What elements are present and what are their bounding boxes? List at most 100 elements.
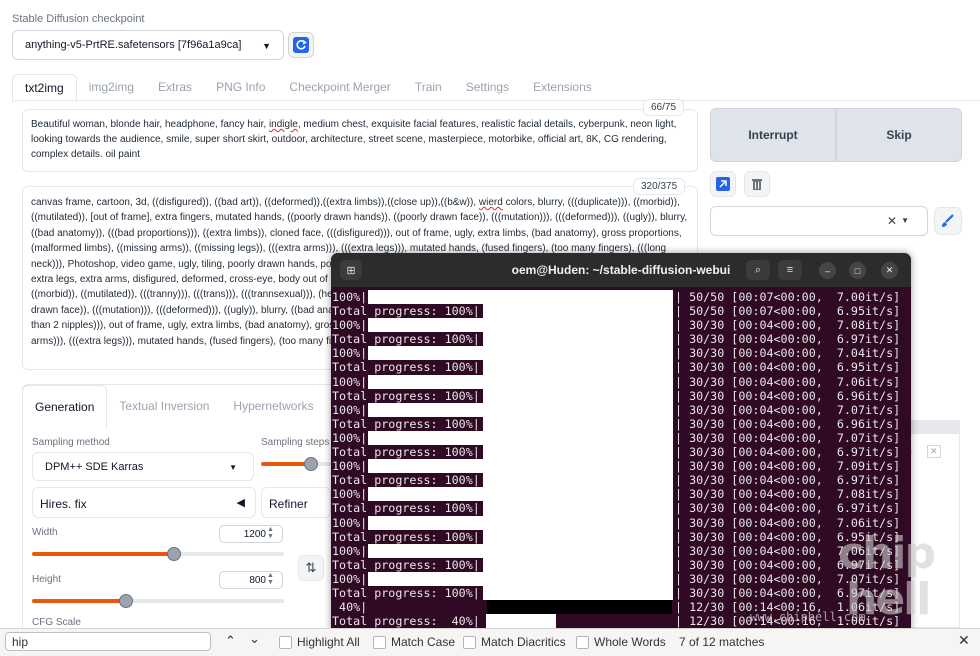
progress-bar-fill: [368, 487, 673, 502]
terminal-line: Total progress: 100%| | 30/30 [00:04<00:0…: [331, 445, 911, 460]
slider-handle[interactable]: [304, 457, 318, 471]
sampling-steps-label: Sampling steps: [261, 437, 330, 448]
terminal-line: 100%| | 30/30 [00:04<00:00, 7.04it/s]: [331, 346, 911, 361]
search-icon[interactable]: ⌕: [746, 260, 770, 280]
terminal-line-stats: | 30/30 [00:04<00:00, 6.97it/s]: [675, 473, 901, 488]
generation-tabs: Generation Textual Inversion Hypernetwor…: [22, 385, 325, 428]
minimize-icon[interactable]: –: [819, 262, 836, 279]
prompt-token-counter: 66/75: [643, 99, 685, 116]
terminal-line: Total progress: 100%| | 30/30 [00:04<00:0…: [331, 332, 911, 347]
tab-img2img[interactable]: img2img: [77, 74, 146, 101]
close-icon[interactable]: ✕: [958, 632, 970, 649]
tab-txt2img[interactable]: txt2img: [12, 74, 77, 103]
highlight-all-checkbox[interactable]: Highlight All: [279, 635, 360, 649]
height-slider[interactable]: [32, 594, 284, 608]
watermark-url: www.chiphell.com: [750, 610, 866, 624]
terminal-line-prefix: 100%|: [332, 318, 368, 333]
terminal-line: 100%| | 50/50 [00:07<00:00, 7.00it/s]: [331, 290, 911, 305]
interrupt-button[interactable]: Interrupt: [710, 108, 836, 162]
edit-styles-button[interactable]: [934, 207, 962, 235]
find-input[interactable]: hip: [5, 632, 211, 651]
whole-words-label: Whole Words: [594, 635, 666, 649]
terminal-line: 100%| | 30/30 [00:04<00:00, 7.09it/s]: [331, 459, 911, 474]
styles-select[interactable]: ✕ ▼: [710, 206, 928, 236]
cfg-scale-label: CFG Scale: [32, 617, 81, 628]
tab-png-info[interactable]: PNG Info: [204, 74, 277, 101]
sampling-steps-slider[interactable]: [261, 457, 331, 471]
match-diacritics-checkbox[interactable]: Match Diacritics: [463, 635, 566, 649]
width-slider[interactable]: [32, 547, 284, 561]
hires-fix-label: Hires. fix: [40, 497, 87, 511]
terminal-line-prefix: Total progress: 100%|: [332, 360, 480, 375]
terminal-line-prefix: Total progress: 40%|: [332, 614, 480, 629]
tab-settings[interactable]: Settings: [454, 74, 521, 101]
terminal-line: Total progress: 100%| | 30/30 [00:04<00:0…: [331, 529, 911, 544]
terminal-line: Total progress: 100%| | 30/30 [00:04<00:0…: [331, 360, 911, 375]
terminal-line-stats: | 30/30 [00:04<00:00, 7.06it/s]: [675, 374, 901, 389]
sampling-method-select[interactable]: DPM++ SDE Karras ▼: [32, 452, 254, 481]
whole-words-checkbox[interactable]: Whole Words: [576, 635, 666, 649]
chevron-down-icon: ▼: [901, 216, 909, 225]
terminal-line-stats: | 50/50 [00:07<00:00, 7.00it/s]: [675, 290, 901, 304]
terminal-line-prefix: Total progress: 100%|: [332, 332, 480, 347]
progress-bar-fill: [483, 445, 673, 460]
tab-hypernetworks[interactable]: Hypernetworks: [221, 385, 325, 427]
collapse-arrow-icon: ◀: [236, 497, 245, 509]
tab-generation[interactable]: Generation: [22, 385, 108, 428]
terminal-line-prefix: 100%|: [332, 290, 368, 304]
close-icon[interactable]: ✕: [927, 445, 941, 458]
slider-handle[interactable]: [167, 547, 181, 561]
close-icon[interactable]: ✕: [881, 262, 898, 279]
chevron-up-icon[interactable]: ⌃: [225, 633, 236, 649]
progress-bar-fill: [483, 416, 673, 431]
terminal-line: Total progress: 100%| | 30/30 [00:04<00:0…: [331, 473, 911, 488]
slider-handle[interactable]: [119, 594, 133, 608]
clear-icon[interactable]: ✕: [887, 214, 897, 228]
stepper-icon[interactable]: ▲ ▼: [267, 572, 274, 586]
terminal-line-prefix: 100%|: [332, 515, 368, 530]
refresh-checkpoint-button[interactable]: [288, 32, 314, 58]
maximize-icon[interactable]: □: [849, 262, 866, 279]
terminal-line-prefix: Total progress: 100%|: [332, 388, 480, 403]
terminal-line: 100%| | 30/30 [00:04<00:00, 7.08it/s]: [331, 318, 911, 333]
hires-fix-accordion[interactable]: Hires. fix ◀: [32, 487, 256, 518]
refiner-accordion[interactable]: Refiner: [261, 487, 331, 518]
stepper-icon[interactable]: ▲ ▼: [267, 526, 274, 540]
highlight-all-label: Highlight All: [297, 635, 360, 649]
terminal-line-prefix: 100%|: [332, 487, 368, 502]
terminal-line: 100%| | 30/30 [00:04<00:00, 7.06it/s]: [331, 515, 911, 530]
swap-dimensions-button[interactable]: ⇅: [298, 555, 324, 581]
checkpoint-select[interactable]: anything-v5-PrtRE.safetensors [7f96a1a9c…: [12, 30, 284, 60]
skip-button[interactable]: Skip: [836, 108, 962, 162]
progress-bar-fill: [368, 430, 673, 446]
sampling-method-label: Sampling method: [32, 437, 110, 448]
terminal-line-prefix: Total progress: 100%|: [332, 473, 480, 488]
terminal-line-stats: | 30/30 [00:04<00:00, 7.07it/s]: [675, 430, 901, 445]
negative-prompt-token-counter: 320/375: [633, 178, 686, 195]
match-case-checkbox[interactable]: Match Case: [373, 635, 455, 649]
read-params-button[interactable]: [710, 171, 736, 197]
tab-textual-inversion[interactable]: Textual Inversion: [107, 385, 221, 427]
find-bar: hip ⌃ ⌄ Highlight All Match Case Match D…: [0, 628, 980, 656]
terminal-line-stats: | 30/30 [00:04<00:00, 6.96it/s]: [675, 388, 901, 403]
refresh-icon: [293, 37, 309, 53]
tab-extras[interactable]: Extras: [146, 74, 204, 101]
progress-bar-fill: [483, 388, 673, 403]
prompt-textarea[interactable]: Beautiful woman, blonde hair, headphone,…: [22, 109, 698, 172]
chevron-down-icon: ▼: [262, 41, 271, 51]
tab-extensions[interactable]: Extensions: [521, 74, 604, 101]
terminal-line-stats: | 30/30 [00:04<00:00, 7.04it/s]: [675, 346, 901, 361]
tab-checkpoint-merger[interactable]: Checkpoint Merger: [277, 74, 402, 101]
terminal-output: 100%| | 50/50 [00:07<00:00, 7.00it/s] Tota…: [331, 287, 911, 629]
terminal-line-prefix: Total progress: 100%|: [332, 557, 480, 572]
chevron-down-icon[interactable]: ⌄: [249, 631, 260, 647]
menu-icon[interactable]: ≡: [778, 260, 802, 280]
tab-train[interactable]: Train: [403, 74, 454, 101]
terminal-line-stats: | 30/30 [00:04<00:00, 7.09it/s]: [675, 459, 901, 474]
terminal-line-prefix: 100%|: [332, 346, 368, 361]
terminal-titlebar: ⊞ oem@Huden: ~/stable-diffusion-webui ⌕ …: [331, 253, 911, 287]
terminal-line: 100%| | 30/30 [00:04<00:00, 7.07it/s]: [331, 402, 911, 417]
clear-prompt-button[interactable]: [744, 171, 770, 197]
progress-bar-fill: [368, 346, 673, 361]
terminal-line-prefix: 100%|: [332, 430, 368, 445]
